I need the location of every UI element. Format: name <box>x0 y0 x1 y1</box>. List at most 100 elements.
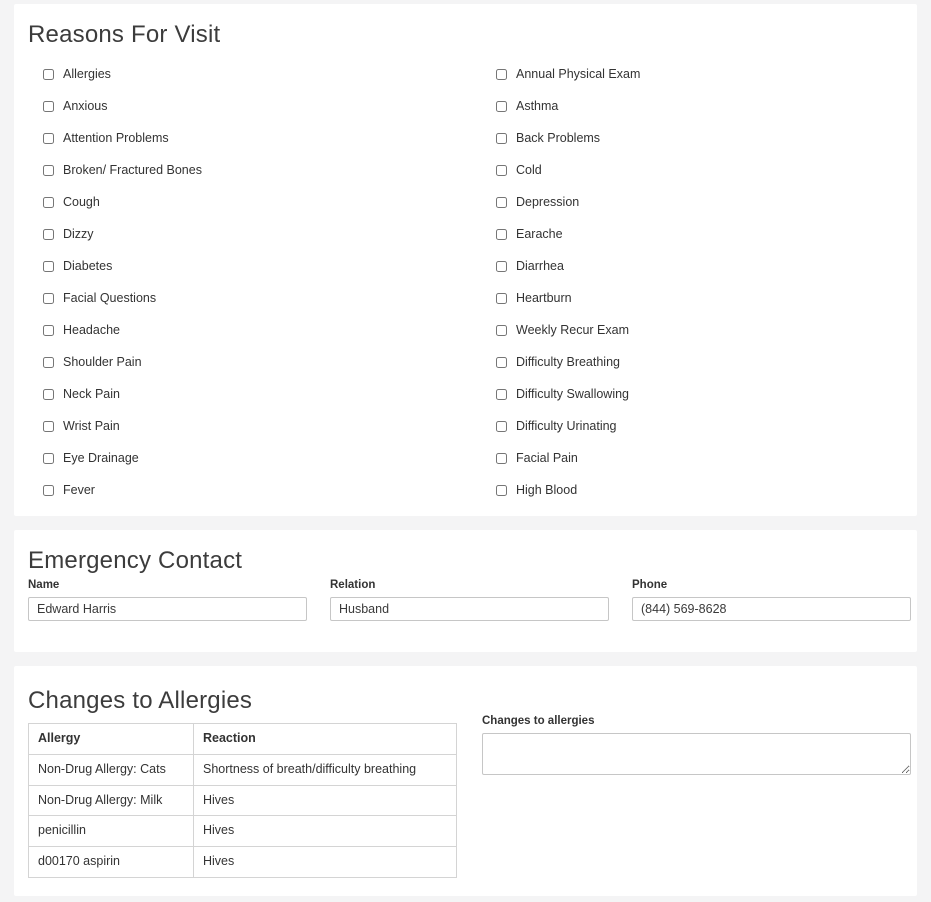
checkbox-facial-questions[interactable] <box>43 292 54 304</box>
reason-label: Attention Problems <box>63 130 169 145</box>
reason-checkbox-row[interactable]: Cough <box>28 186 481 218</box>
reason-label: Difficulty Swallowing <box>516 386 630 401</box>
field-group-relation: Relation <box>330 579 609 621</box>
table-row: penicillin Hives <box>28 815 457 847</box>
reason-checkbox-row[interactable]: Asthma <box>481 90 903 122</box>
checkbox-facial-pain[interactable] <box>496 452 507 464</box>
checkbox-diabetes[interactable] <box>43 260 54 272</box>
table-row: d00170 aspirin Hives <box>28 846 457 878</box>
phone-field[interactable] <box>632 596 911 621</box>
page-title: Reasons For Visit <box>28 21 221 48</box>
relation-field[interactable] <box>330 596 609 621</box>
reason-label: Anxious <box>63 98 108 113</box>
checkbox-attention-problems[interactable] <box>43 132 54 144</box>
checkbox-cold[interactable] <box>496 164 507 176</box>
reason-label: Dizzy <box>63 226 94 241</box>
reason-label: Weekly Recur Exam <box>516 322 629 337</box>
reason-checkbox-row[interactable]: Eye Drainage <box>28 442 481 474</box>
reason-checkbox-row[interactable]: Wrist Pain <box>28 410 481 442</box>
reason-checkbox-row[interactable]: Diarrhea <box>481 250 903 282</box>
reason-checkbox-row[interactable]: Headache <box>28 314 481 346</box>
checkbox-neck-pain[interactable] <box>43 388 54 400</box>
reason-label: Cold <box>516 162 542 177</box>
reason-checkbox-row[interactable]: Weekly Recur Exam <box>481 314 903 346</box>
checkbox-difficulty-breathing[interactable] <box>496 356 507 368</box>
reason-label: Heartburn <box>516 290 572 305</box>
reason-label: Diarrhea <box>516 258 564 273</box>
checkbox-broken-fractured-bones[interactable] <box>43 164 54 176</box>
checkbox-earache[interactable] <box>496 228 507 240</box>
reasons-for-visit-card: Reasons For Visit Allergies Anxious Attent… <box>14 4 917 516</box>
checkbox-depression[interactable] <box>496 196 507 208</box>
name-field[interactable] <box>28 596 307 621</box>
checkbox-heartburn[interactable] <box>496 292 507 304</box>
reason-label: Facial Pain <box>516 450 578 465</box>
allergy-table-body: Non-Drug Allergy: Cats Shortness of breat… <box>28 753 457 878</box>
reason-checkbox-row[interactable]: Difficulty Breathing <box>481 346 903 378</box>
reason-checkbox-row[interactable]: Anxious <box>28 90 481 122</box>
checkbox-back-problems[interactable] <box>496 132 507 144</box>
reason-label: Allergies <box>63 66 111 81</box>
checkbox-fever[interactable] <box>43 484 54 496</box>
cell-allergy: d00170 aspirin <box>28 846 194 878</box>
emergency-contact-card: Emergency Contact Name Relation Phone <box>14 530 917 652</box>
reason-label: Shoulder Pain <box>63 354 142 369</box>
reason-checkbox-row[interactable]: Dizzy <box>28 218 481 250</box>
cell-allergy: Non-Drug Allergy: Cats <box>28 753 194 786</box>
reason-checkbox-row[interactable]: High Blood <box>481 474 903 506</box>
table-row: Non-Drug Allergy: Cats Shortness of breat… <box>28 753 457 786</box>
checkbox-allergies[interactable] <box>43 68 54 80</box>
column-header-reaction: Reaction <box>193 723 457 755</box>
reason-label: Facial Questions <box>63 290 157 305</box>
checkbox-anxious[interactable] <box>43 100 54 112</box>
checkbox-difficulty-swallowing[interactable] <box>496 388 507 400</box>
reason-checkbox-row[interactable]: Attention Problems <box>28 122 481 154</box>
reason-checkbox-row[interactable]: Diabetes <box>28 250 481 282</box>
reason-checkbox-row[interactable]: Facial Pain <box>481 442 903 474</box>
checkbox-diarrhea[interactable] <box>496 260 507 272</box>
reason-checkbox-row[interactable]: Broken/ Fractured Bones <box>28 154 481 186</box>
reason-label: Neck Pain <box>63 386 120 401</box>
reason-checkbox-row[interactable]: Back Problems <box>481 122 903 154</box>
field-label-phone: Phone <box>632 579 668 591</box>
reason-checkbox-row[interactable]: Difficulty Urinating <box>481 410 903 442</box>
reason-label: Broken/ Fractured Bones <box>63 162 202 177</box>
reason-checkbox-row[interactable]: Shoulder Pain <box>28 346 481 378</box>
emergency-contact-title: Emergency Contact <box>28 547 243 574</box>
reason-checkbox-row[interactable]: Cold <box>481 154 903 186</box>
checkbox-wrist-pain[interactable] <box>43 420 54 432</box>
reason-checkbox-row[interactable]: Depression <box>481 186 903 218</box>
changes-to-allergies-label: Changes to allergies <box>482 715 595 727</box>
reason-checkbox-row[interactable]: Earache <box>481 218 903 250</box>
checkbox-annual-physical-exam[interactable] <box>496 68 507 80</box>
checkbox-headache[interactable] <box>43 324 54 336</box>
reason-checkbox-row[interactable]: Heartburn <box>481 282 903 314</box>
column-header-allergy: Allergy <box>28 723 194 755</box>
reason-label: Difficulty Urinating <box>516 418 617 433</box>
cell-allergy: Non-Drug Allergy: Milk <box>28 784 194 817</box>
reason-checkbox-row[interactable]: Facial Questions <box>28 282 481 314</box>
reason-checkbox-row[interactable]: Neck Pain <box>28 378 481 410</box>
reason-checkbox-row[interactable]: Annual Physical Exam <box>481 58 903 90</box>
checkbox-dizzy[interactable] <box>43 228 54 240</box>
reason-checkbox-row[interactable]: Fever <box>28 474 481 506</box>
checkbox-high-blood[interactable] <box>496 484 507 496</box>
checkbox-shoulder-pain[interactable] <box>43 356 54 368</box>
checkbox-difficulty-urinating[interactable] <box>496 420 507 432</box>
reason-checkbox-row[interactable]: Allergies <box>28 58 481 90</box>
checkbox-weekly-recur-exam[interactable] <box>496 324 507 336</box>
reason-checkbox-row[interactable]: Difficulty Swallowing <box>481 378 903 410</box>
table-header-row: Allergy Reaction <box>28 723 457 755</box>
changes-to-allergies-textarea[interactable] <box>482 732 911 775</box>
checkbox-cough[interactable] <box>43 196 54 208</box>
reason-label: Annual Physical Exam <box>516 66 641 81</box>
reason-label: Cough <box>63 194 100 209</box>
checkbox-eye-drainage[interactable] <box>43 452 54 464</box>
reason-label: Earache <box>516 226 563 241</box>
reason-label: Diabetes <box>63 258 113 273</box>
checkbox-asthma[interactable] <box>496 100 507 112</box>
emergency-contact-fields: Name Relation Phone <box>28 579 911 621</box>
reason-label: Fever <box>63 482 95 497</box>
cell-reaction: Hives <box>193 815 457 847</box>
field-group-phone: Phone <box>632 579 911 621</box>
